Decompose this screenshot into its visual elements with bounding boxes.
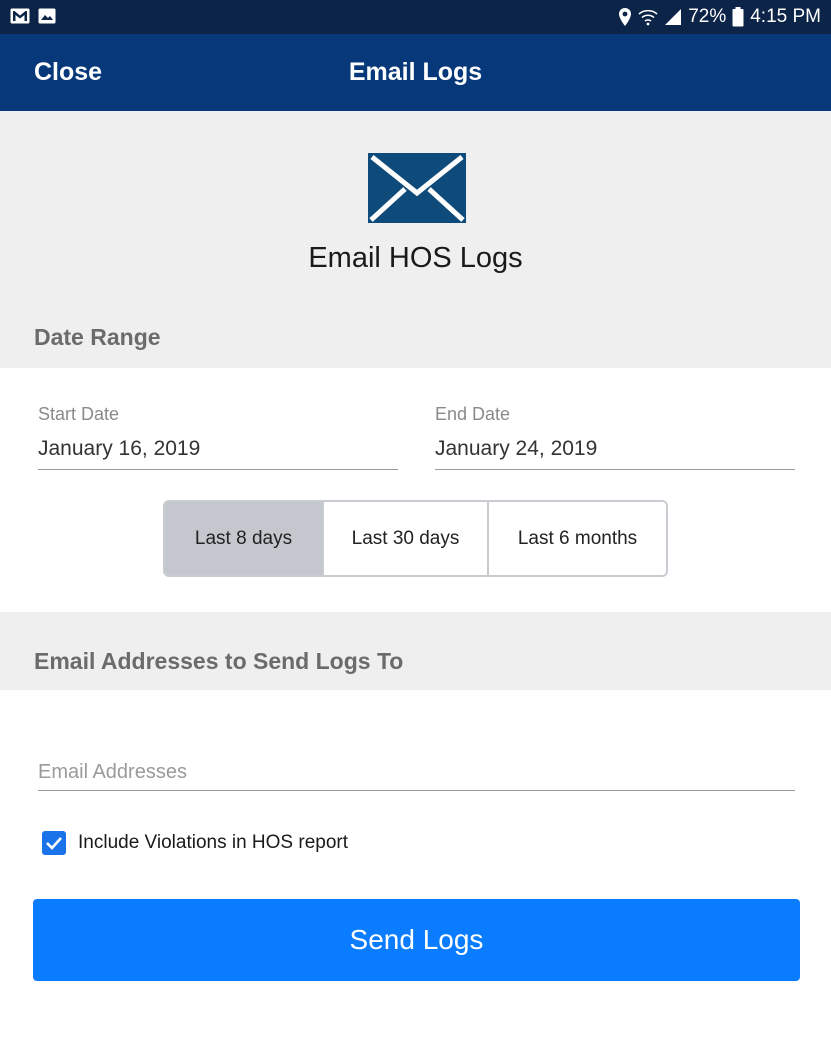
- gmail-notification-icon: [10, 8, 30, 24]
- hero-title: Email HOS Logs: [308, 242, 523, 274]
- range-last-8-days-button[interactable]: Last 8 days: [165, 502, 322, 575]
- notification-icons: [10, 8, 56, 24]
- checkmark-icon: [46, 837, 62, 850]
- date-range-selector: Last 8 days Last 30 days Last 6 months: [163, 500, 668, 577]
- app-bar: Close Email Logs: [0, 34, 831, 111]
- email-section-header: Email Addresses to Send Logs To: [0, 612, 831, 690]
- date-range-section: Start Date January 16, 2019 End Date Jan…: [0, 368, 831, 612]
- hero-section: Email HOS Logs Date Range: [0, 111, 831, 368]
- envelope-icon: [368, 153, 466, 228]
- end-date-label: End Date: [435, 404, 511, 424]
- email-addresses-input[interactable]: [38, 755, 795, 791]
- image-notification-icon: [38, 8, 56, 24]
- page-title: Email Logs: [348, 58, 483, 86]
- start-date-value[interactable]: January 16, 2019: [38, 437, 398, 470]
- end-date-field[interactable]: End Date January 24, 2019: [435, 404, 795, 470]
- range-last-30-days-button[interactable]: Last 30 days: [322, 502, 487, 575]
- start-date-label: Start Date: [38, 404, 120, 424]
- wifi-icon: [638, 8, 658, 26]
- date-range-heading: Date Range: [34, 324, 161, 350]
- start-date-field[interactable]: Start Date January 16, 2019: [38, 404, 398, 470]
- include-violations-checkbox[interactable]: [42, 831, 66, 855]
- status-bar: 72% 4:15 PM: [0, 0, 831, 34]
- email-addresses-heading: Email Addresses to Send Logs To: [34, 648, 404, 674]
- end-date-value[interactable]: January 24, 2019: [435, 437, 795, 470]
- include-violations-label: Include Violations in HOS report: [78, 832, 349, 853]
- range-last-6-months-button[interactable]: Last 6 months: [487, 502, 666, 575]
- battery-percent: 72%: [688, 6, 727, 27]
- location-icon: [618, 7, 632, 27]
- system-status: 72% 4:15 PM: [618, 6, 821, 28]
- battery-icon: [732, 7, 744, 27]
- clock: 4:15 PM: [750, 6, 821, 27]
- send-logs-button[interactable]: Send Logs: [33, 899, 800, 981]
- include-violations-row[interactable]: Include Violations in HOS report: [42, 831, 348, 855]
- signal-icon: [664, 8, 682, 26]
